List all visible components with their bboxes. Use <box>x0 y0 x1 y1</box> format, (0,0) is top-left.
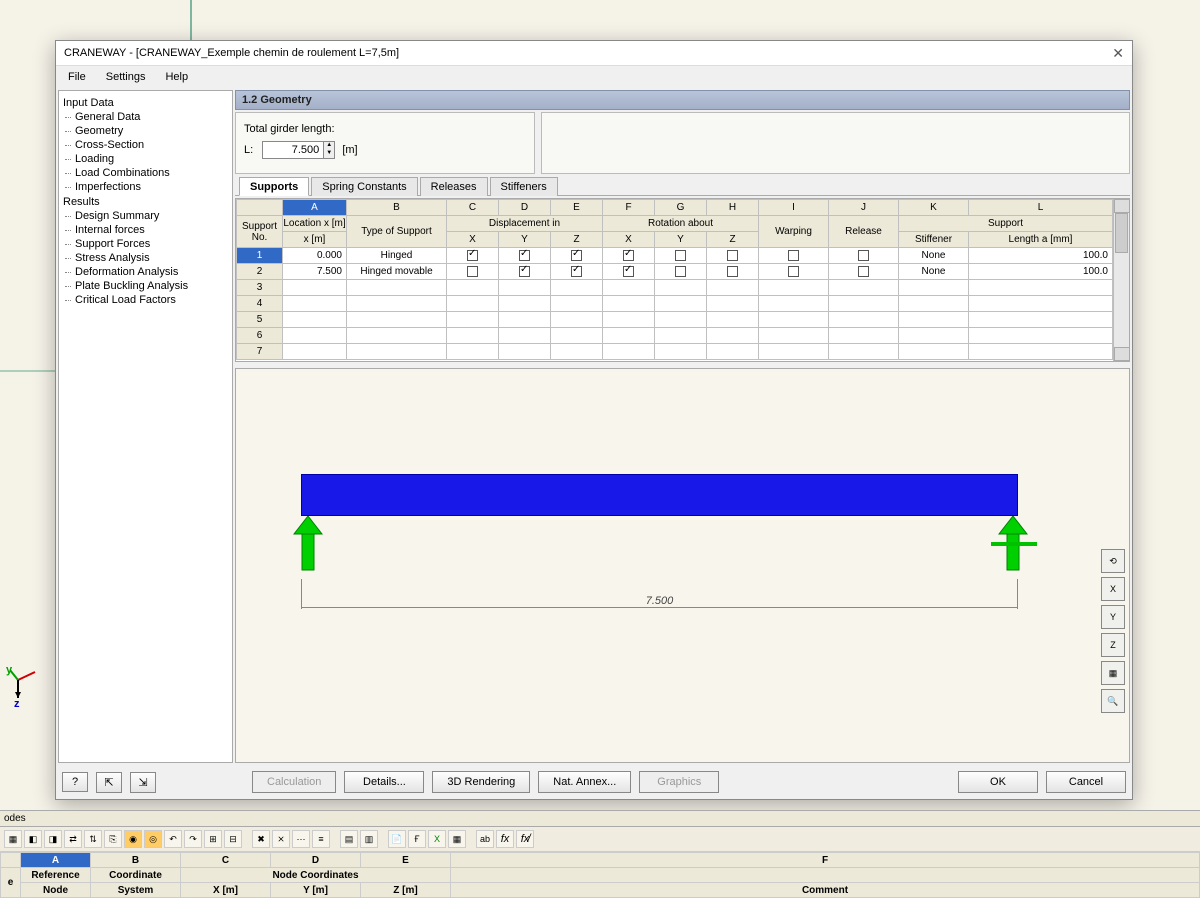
tb-icon[interactable]: ⊟ <box>224 830 242 848</box>
view-buttons: ⟲ X Y Z ▦ 🔍 <box>1101 549 1125 713</box>
3d-rendering-button[interactable]: 3D Rendering <box>432 771 530 793</box>
nat-annex-button[interactable]: Nat. Annex... <box>538 771 631 793</box>
tb-icon[interactable]: ▦ <box>448 830 466 848</box>
tree-design-summary[interactable]: Design Summary <box>61 209 230 223</box>
tb-icon[interactable]: ↷ <box>184 830 202 848</box>
tb-icon[interactable]: ▤ <box>340 830 358 848</box>
tabs: Supports Spring Constants Releases Stiff… <box>235 176 1130 196</box>
graphics-button[interactable]: Graphics <box>639 771 719 793</box>
girder-length-label: Total girder length: <box>244 123 526 135</box>
tb-icon[interactable]: Ғ <box>408 830 426 848</box>
tree-loading[interactable]: Loading <box>61 152 230 166</box>
tb-icon[interactable]: ◎ <box>144 830 162 848</box>
tb-icon[interactable]: ⊞ <box>204 830 222 848</box>
tb-icon[interactable]: 📄 <box>388 830 406 848</box>
tree-cross-section[interactable]: Cross-Section <box>61 138 230 152</box>
tree-results[interactable]: Results <box>61 194 230 209</box>
tb-icon[interactable]: ◧ <box>24 830 42 848</box>
view-y-button[interactable]: Y <box>1101 605 1125 629</box>
calculation-button[interactable]: Calculation <box>252 771 336 793</box>
details-button[interactable]: Details... <box>344 771 424 793</box>
menu-file[interactable]: File <box>60 69 94 85</box>
menu-settings[interactable]: Settings <box>98 69 154 85</box>
tb-icon[interactable]: ▦ <box>4 830 22 848</box>
tab-releases[interactable]: Releases <box>420 177 488 196</box>
view-z-button[interactable]: Z <box>1101 633 1125 657</box>
support-roller-icon <box>991 516 1041 579</box>
tb-icon[interactable]: ⋯ <box>292 830 310 848</box>
section-title: 1.2 Geometry <box>235 90 1130 110</box>
beam-preview: 7.500 ⟲ X Y Z ▦ 🔍 <box>235 368 1130 763</box>
tb-icon[interactable]: ◨ <box>44 830 62 848</box>
tree-geometry[interactable]: Geometry <box>61 124 230 138</box>
cancel-button[interactable]: Cancel <box>1046 771 1126 793</box>
bg-table[interactable]: ABCDEF eReferenceCoordinateNode Coordina… <box>0 852 1200 898</box>
tree-critical-load-factors[interactable]: Critical Load Factors <box>61 293 230 307</box>
beam-shape <box>301 474 1018 516</box>
empty-param-box <box>541 112 1130 174</box>
craneway-dialog: CRANEWAY - [CRANEWAY_Exemple chemin de r… <box>55 40 1133 800</box>
menu-help[interactable]: Help <box>157 69 196 85</box>
tb-icon[interactable]: X <box>428 830 446 848</box>
tb-icon[interactable]: ⇅ <box>84 830 102 848</box>
tab-spring-constants[interactable]: Spring Constants <box>311 177 417 196</box>
help-button[interactable]: ? <box>62 772 88 792</box>
spin-up-icon[interactable]: ▲ <box>324 142 334 150</box>
tb-icon[interactable]: ✖ <box>252 830 270 848</box>
tree-general-data[interactable]: General Data <box>61 110 230 124</box>
tb-icon[interactable]: ⨯ <box>272 830 290 848</box>
grid-scrollbar[interactable]: ▲ ▼ <box>1113 199 1129 361</box>
dimension-value: 7.500 <box>642 595 678 607</box>
bg-toolbar: ▦◧◨⇄⇅⎘◉◎↶↷⊞⊟✖⨯⋯≡▤▥📄ҒX▦abfxfx̸ <box>0 827 1200 852</box>
tab-stiffeners[interactable]: Stiffeners <box>490 177 558 196</box>
titlebar: CRANEWAY - [CRANEWAY_Exemple chemin de r… <box>56 41 1132 66</box>
bg-axis-icon: y z <box>10 650 40 700</box>
tree-plate-buckling[interactable]: Plate Buckling Analysis <box>61 279 230 293</box>
supports-grid[interactable]: ABCDEFGHIJKLSupport No.Location x [m]Typ… <box>235 198 1130 362</box>
menubar: File Settings Help <box>56 66 1132 88</box>
tab-supports[interactable]: Supports <box>239 177 309 196</box>
tree-imperfections[interactable]: Imperfections <box>61 180 230 194</box>
tb-icon[interactable]: ◉ <box>124 830 142 848</box>
button-row: ? ⇱ ⇲ Calculation Details... 3D Renderin… <box>56 765 1132 799</box>
window-title: CRANEWAY - [CRANEWAY_Exemple chemin de r… <box>64 47 399 59</box>
scroll-up-icon[interactable]: ▲ <box>1114 199 1130 213</box>
length-input[interactable]: ▲▼ <box>262 141 335 159</box>
tb-icon[interactable]: ↶ <box>164 830 182 848</box>
view-grid-button[interactable]: ▦ <box>1101 661 1125 685</box>
export-button[interactable]: ⇱ <box>96 772 122 793</box>
ok-button[interactable]: OK <box>958 771 1038 793</box>
tb-icon[interactable]: fx <box>496 830 514 848</box>
tree-input-data[interactable]: Input Data <box>61 95 230 110</box>
L-label: L: <box>244 144 253 156</box>
tb-icon[interactable]: ⇄ <box>64 830 82 848</box>
background-spreadsheet: odes ▦◧◨⇄⇅⎘◉◎↶↷⊞⊟✖⨯⋯≡▤▥📄ҒX▦abfxfx̸ ABCDE… <box>0 810 1200 900</box>
tb-icon[interactable]: ⎘ <box>104 830 122 848</box>
tb-icon[interactable]: ▥ <box>360 830 378 848</box>
tree-support-forces[interactable]: Support Forces <box>61 237 230 251</box>
view-zoom-button[interactable]: 🔍 <box>1101 689 1125 713</box>
bg-tab[interactable]: odes <box>0 811 1200 827</box>
support-fixed-icon <box>288 516 328 579</box>
girder-length-box: Total girder length: L: ▲▼ [m] <box>235 112 535 174</box>
spin-down-icon[interactable]: ▼ <box>324 150 334 158</box>
tree-load-combinations[interactable]: Load Combinations <box>61 166 230 180</box>
view-iso-button[interactable]: ⟲ <box>1101 549 1125 573</box>
tree-deformation-analysis[interactable]: Deformation Analysis <box>61 265 230 279</box>
tree-internal-forces[interactable]: Internal forces <box>61 223 230 237</box>
nav-tree: Input Data General Data Geometry Cross-S… <box>58 90 233 763</box>
tree-stress-analysis[interactable]: Stress Analysis <box>61 251 230 265</box>
tb-icon[interactable]: ab <box>476 830 494 848</box>
dimension-line: 7.500 <box>301 607 1018 608</box>
length-unit: [m] <box>342 144 357 156</box>
view-x-button[interactable]: X <box>1101 577 1125 601</box>
import-button[interactable]: ⇲ <box>130 772 156 793</box>
scroll-down-icon[interactable]: ▼ <box>1114 347 1130 361</box>
close-icon[interactable]: ✕ <box>1112 45 1124 62</box>
length-field[interactable] <box>263 144 323 156</box>
tb-icon[interactable]: fx̸ <box>516 830 534 848</box>
scroll-thumb[interactable] <box>1115 213 1128 253</box>
tb-icon[interactable]: ≡ <box>312 830 330 848</box>
